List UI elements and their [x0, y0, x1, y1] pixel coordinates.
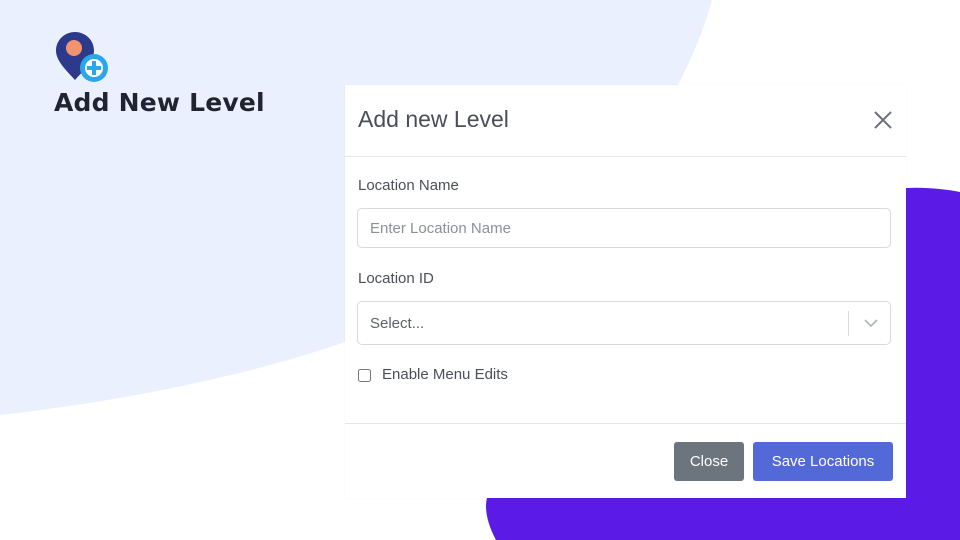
- enable-menu-edits-checkbox[interactable]: [358, 369, 371, 382]
- slide-title: Add New Level: [54, 88, 265, 117]
- close-icon[interactable]: [872, 109, 894, 131]
- location-id-select[interactable]: Select...: [357, 301, 891, 345]
- location-name-input[interactable]: [357, 208, 891, 248]
- modal-body: Location Name Location ID Select... Enab…: [345, 157, 906, 424]
- add-level-modal: Add new Level Location Name Location ID …: [345, 85, 906, 498]
- enable-menu-edits-label: Enable Menu Edits: [382, 366, 508, 383]
- location-id-label: Location ID: [358, 270, 434, 287]
- select-divider: [848, 311, 849, 336]
- location-name-label: Location Name: [358, 177, 459, 194]
- location-pin-plus-icon: [56, 32, 108, 82]
- save-locations-button[interactable]: Save Locations: [753, 442, 893, 481]
- modal-title: Add new Level: [358, 106, 509, 132]
- location-id-selected-value: Select...: [370, 315, 425, 332]
- chevron-down-icon[interactable]: [863, 317, 879, 329]
- modal-footer: Close Save Locations: [345, 424, 906, 499]
- close-button[interactable]: Close: [674, 442, 744, 481]
- modal-header: Add new Level: [345, 85, 906, 157]
- slide-header: [54, 30, 112, 86]
